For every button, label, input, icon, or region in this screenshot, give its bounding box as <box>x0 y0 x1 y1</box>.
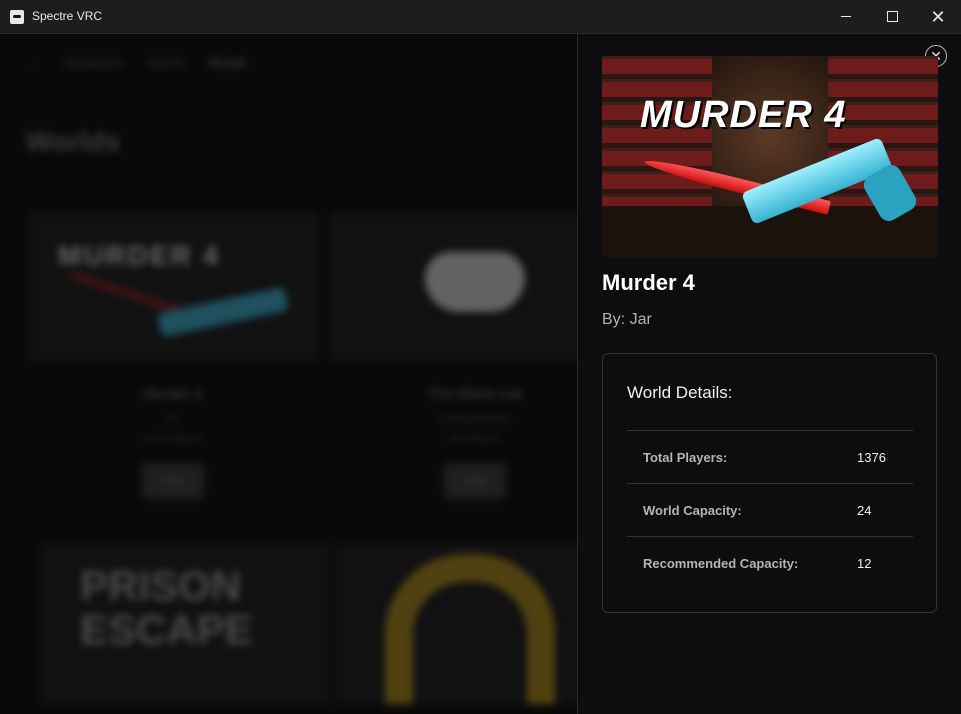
hero-title: MURDER 4 <box>640 94 847 136</box>
detail-row-recommended-capacity: Recommended Capacity: 12 <box>627 536 913 590</box>
world-thumbnail: PRISON ESCAPE <box>40 544 330 704</box>
details-title: World Details: <box>627 383 733 402</box>
breadcrumb-item: Worlds <box>208 56 246 70</box>
detail-row-world-capacity: World Capacity: 24 <box>627 483 913 537</box>
window-title: Spectre VRC <box>32 9 103 23</box>
world-author: spookyghostboo <box>438 413 512 424</box>
world-card: The Black Cat spookyghostboo 493 Players… <box>330 212 577 499</box>
app-icon <box>10 10 24 24</box>
world-author: Jar <box>166 413 180 424</box>
world-name: Murder 4 <box>142 386 204 403</box>
close-button[interactable]: ✕ <box>915 0 961 33</box>
world-card: MURDER 4 Murder 4 Jar 1376 Players View <box>28 212 318 499</box>
worlds-page-background: ← Dashboard Search Worlds Worlds MURDER … <box>0 34 577 714</box>
detail-label: Recommended Capacity: <box>643 556 799 571</box>
world-players: 1376 Players <box>143 434 203 445</box>
world-hero-image: MURDER 4 <box>602 56 938 257</box>
world-thumbnail: MURDER 4 <box>28 212 318 362</box>
cat-mask-graphic <box>425 252 525 312</box>
thumbnail-text: PRISON ESCAPE <box>80 562 253 653</box>
world-thumbnail <box>330 212 577 362</box>
view-button[interactable]: View <box>142 463 204 499</box>
world-name: The Black Cat <box>427 386 523 403</box>
breadcrumb-item[interactable]: Dashboard <box>64 56 123 70</box>
maximize-button[interactable] <box>869 0 915 33</box>
blurred-content: ← Dashboard Search Worlds Worlds MURDER … <box>0 34 577 714</box>
detail-label: Total Players: <box>643 450 728 465</box>
world-card: PRISON ESCAPE <box>40 544 330 704</box>
title-bar: Spectre VRC ✕ <box>0 0 961 34</box>
page-title: Worlds <box>26 126 121 157</box>
arch-logo-graphic <box>385 554 555 704</box>
detail-value: 1376 <box>857 450 886 465</box>
detail-label: World Capacity: <box>643 503 742 518</box>
minimize-button[interactable] <box>823 0 869 33</box>
close-icon: ✕ <box>930 6 946 27</box>
back-icon[interactable]: ← <box>28 56 40 70</box>
minimize-icon <box>841 16 851 17</box>
view-button[interactable]: View <box>444 463 506 499</box>
world-detail-panel: ✕ MURDER 4 Murder 4 By: Jar World Detail… <box>577 34 961 714</box>
breadcrumb: ← Dashboard Search Worlds <box>28 56 246 70</box>
world-details-card: World Details: Total Players: 1376 World… <box>602 353 937 613</box>
world-players: 493 Players <box>448 434 502 445</box>
detail-value: 24 <box>857 503 872 518</box>
world-name: Murder 4 <box>602 270 695 295</box>
world-card <box>335 544 577 704</box>
detail-value: 12 <box>857 556 872 571</box>
breadcrumb-item[interactable]: Search <box>147 56 185 70</box>
world-thumbnail <box>335 544 577 704</box>
thumbnail-text: MURDER 4 <box>58 240 221 271</box>
detail-row-total-players: Total Players: 1376 <box>627 430 913 484</box>
revolver-graphic <box>156 286 290 338</box>
maximize-icon <box>886 11 898 22</box>
world-author: By: Jar <box>602 311 652 328</box>
